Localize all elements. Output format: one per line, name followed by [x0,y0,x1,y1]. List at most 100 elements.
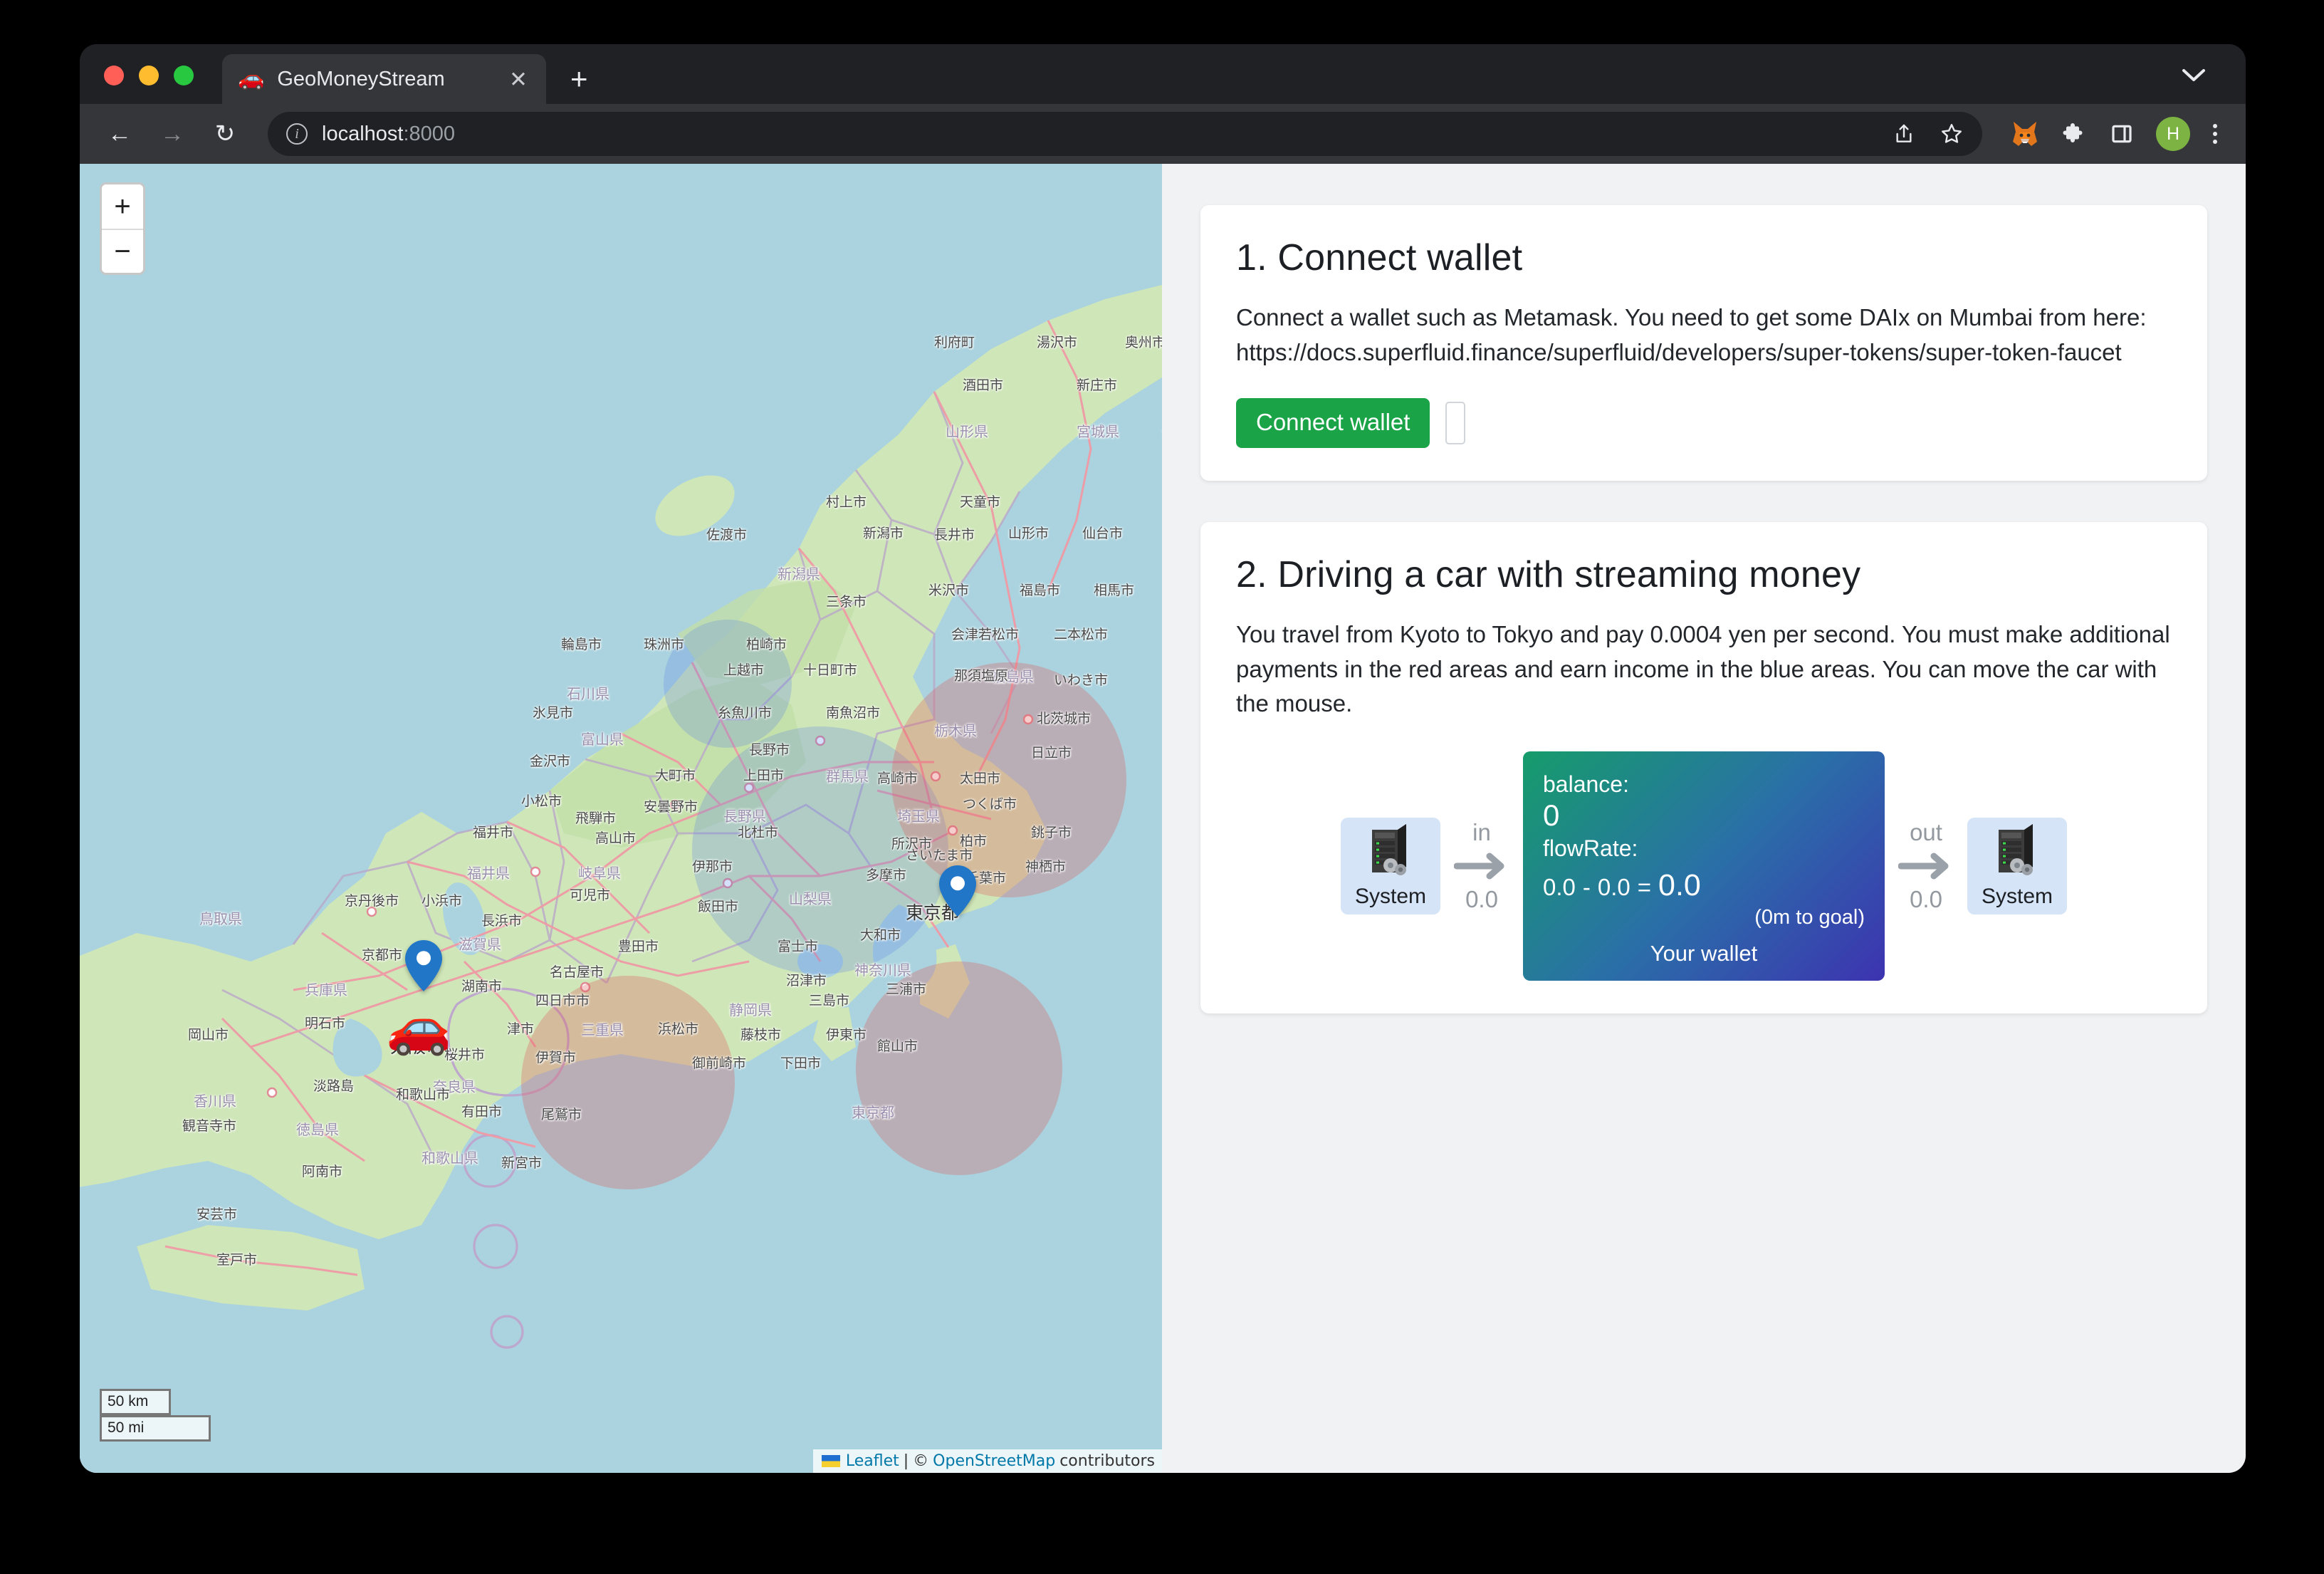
side-panel-icon[interactable] [2110,123,2133,145]
map-place-label: 三島市 [809,993,850,1008]
kebab-menu-icon[interactable] [2213,124,2217,144]
tab-title: GeoMoneyStream [277,67,445,90]
flow-equals-sign: = [1637,873,1652,900]
map-place-label: 輪島市 [561,637,602,652]
copyright-symbol: © [913,1452,929,1470]
map-place-label: 和歌山県 [422,1150,478,1167]
extensions-puzzle-icon[interactable] [2062,121,2088,147]
omnibox-actions [1893,122,1964,146]
connect-wallet-card: 1. Connect wallet Connect a wallet such … [1200,205,2207,481]
map-place-label: さいたま市 [906,848,973,863]
close-tab-icon[interactable]: ✕ [506,68,530,90]
address-bar[interactable]: i localhost:8000 [268,112,1982,156]
page-content: 佐渡市酒田市新庄市大船渡市利府町湯沢市奥州市山形県宮城県気仙沼市村上市天童市新潟… [80,164,2246,1473]
car-icon[interactable]: 🚗 [386,1001,451,1053]
car-icon: 🚗 [238,67,265,90]
map-place-label: 藤枝市 [740,1027,782,1043]
connect-wallet-button[interactable]: Connect wallet [1236,398,1430,448]
server-gear-icon [1991,823,2043,882]
forward-button[interactable]: → [157,122,188,146]
site-info-icon[interactable]: i [286,123,308,145]
map-place-label: 北杜市 [738,825,779,840]
openstreetmap-link[interactable]: OpenStreetMap [933,1452,1055,1470]
map-place-label: 十日町市 [803,662,858,678]
star-icon[interactable] [1940,122,1964,146]
url-host: localhost [322,122,404,145]
map-place-label: いわき市 [1054,672,1109,688]
flow-net-value: 0.0 [1658,867,1701,902]
map-place-label: 高山市 [595,830,637,846]
reload-button[interactable]: ↻ [209,122,241,146]
flow-minus-sign: - [1582,873,1591,900]
map-place-label: 三重県 [581,1021,624,1038]
out-flow-indicator: out 0.0 [1885,819,1967,913]
in-flow-indicator: in 0.0 [1440,819,1523,913]
map-place-label: 天童市 [960,494,1001,510]
maximize-window-button[interactable] [174,66,194,85]
map-place-label: 高崎市 [877,771,918,786]
avatar[interactable]: H [2156,117,2190,151]
map-place-label: 氷見市 [533,705,574,721]
map-place-label: 福井県 [467,865,510,882]
map-place-label: 奥州市 [1125,335,1162,350]
url-port: :8000 [403,122,456,145]
map-place-label: 三条市 [826,594,867,610]
map-place-label: 米沢市 [928,583,970,598]
map-place-label: 二本松市 [1054,627,1109,642]
map-place-label: 沼津市 [786,973,827,989]
map-place-label: 伊東市 [826,1027,867,1043]
map-place-label: 新庄市 [1077,377,1118,393]
url-text: localhost:8000 [322,123,455,146]
extension-icons: H [2004,117,2217,151]
wallet-address-input[interactable] [1445,402,1466,444]
map-place-label: 長野市 [749,742,790,758]
tokyo-marker[interactable] [938,865,978,917]
map-place-label: 伊賀市 [535,1050,577,1065]
map-place-label: 相馬市 [1094,583,1135,598]
metamask-fox-icon[interactable] [2011,120,2039,147]
kyoto-marker[interactable] [404,940,444,991]
map-place-label: 津市 [507,1021,535,1037]
map-place-label: 酒田市 [963,377,1004,393]
map-place-label: 山梨県 [789,890,832,907]
share-icon[interactable] [1893,122,1915,146]
system-node-out-label: System [1981,885,2053,908]
chevron-down-icon[interactable] [2182,66,2206,88]
out-flow-label: out [1910,818,1942,845]
ukraine-flag-icon [821,1455,840,1467]
side-panel: 1. Connect wallet Connect a wallet such … [1162,164,2246,1473]
close-window-button[interactable] [104,66,124,85]
zoom-out-button[interactable]: − [102,229,143,273]
map-place-label: 上越市 [723,662,765,678]
balance-label: balance: [1543,771,1629,797]
minimize-window-button[interactable] [139,66,159,85]
new-tab-button[interactable]: + [570,64,588,94]
map-place-label: 日立市 [1031,745,1072,761]
driving-car-description: You travel from Kyoto to Tokyo and pay 0… [1236,621,2170,716]
map-place-label: 京丹後市 [345,893,399,909]
map-place-label: 大町市 [655,768,696,783]
system-node-in[interactable]: System [1341,817,1440,914]
map-place-label: 新潟県 [778,566,820,583]
browser-toolbar: ← → ↻ i localhost:8000 H [80,104,2246,164]
map-place-label: 糸魚川市 [718,705,773,721]
map-place-label: 南魚沼市 [826,705,881,721]
map-place-label: 埼玉県 [897,808,940,825]
map-place-label: 金沢市 [530,754,571,769]
map-canvas[interactable]: 佐渡市酒田市新庄市大船渡市利府町湯沢市奥州市山形県宮城県気仙沼市村上市天童市新潟… [80,164,1162,1473]
map-place-label: 名古屋市 [550,964,604,980]
connect-wallet-title: 1. Connect wallet [1236,237,1523,278]
connect-wallet-actions: Connect wallet [1236,398,2172,448]
map-place-label: 北茨城市 [1037,711,1092,726]
zoom-in-button[interactable]: + [102,184,143,229]
map-place-label: 東京都 [852,1104,894,1121]
back-button[interactable]: ← [104,122,135,146]
driving-car-title: 2. Driving a car with streaming money [1236,554,1861,595]
leaflet-link[interactable]: Leaflet [846,1452,899,1470]
map-place-label: 三浦市 [886,981,927,997]
system-node-out[interactable]: System [1967,817,2067,914]
map-place-label: 長井市 [934,527,975,543]
scale-km-label: 50 km [100,1388,171,1415]
tab-strip: 🚗 GeoMoneyStream ✕ + [80,44,2246,104]
browser-tab[interactable]: 🚗 GeoMoneyStream ✕ [222,54,546,104]
